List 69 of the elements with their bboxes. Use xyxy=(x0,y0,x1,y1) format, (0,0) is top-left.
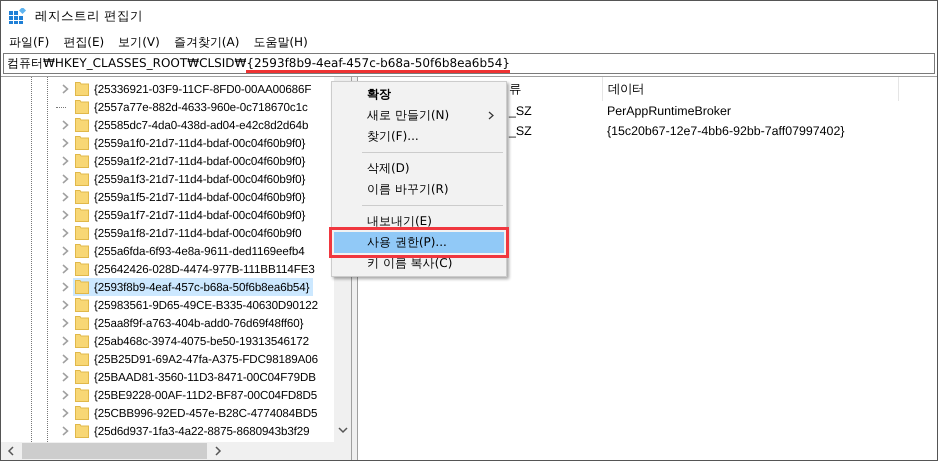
folder-icon xyxy=(75,118,89,132)
context-menu-item[interactable]: 확장 xyxy=(334,84,504,105)
window-title: 레지스트리 편집기 xyxy=(35,8,143,24)
folder-icon xyxy=(75,352,89,366)
tree-item[interactable]: {25983561-9D65-49CE-B335-40630D90122 xyxy=(73,296,322,314)
menu-item[interactable]: 도움말(H) xyxy=(251,34,314,50)
tree-item[interactable]: {2559a1f7-21d7-11d4-bdaf-00c04f60b9f0} xyxy=(73,206,310,224)
folder-icon xyxy=(75,208,89,222)
tree-item[interactable]: {25642426-028D-4474-977B-111BB114FE3 xyxy=(73,260,319,278)
tree-item[interactable]: {25ab468c-3974-4075-be50-19313546172 xyxy=(73,332,313,350)
menu-item[interactable]: 편집(E) xyxy=(61,34,110,50)
context-menu-item[interactable]: 새로 만들기(N) xyxy=(334,105,504,126)
folder-icon xyxy=(75,190,89,204)
folder-icon xyxy=(75,226,89,240)
horizontal-scrollbar[interactable] xyxy=(1,442,351,460)
folder-icon xyxy=(75,244,89,258)
tree-item[interactable]: {2559a1f8-21d7-11d4-bdaf-00c04f60b9f0 xyxy=(73,224,306,242)
context-menu-item[interactable]: 찾기(F)... xyxy=(334,126,504,147)
address-field[interactable]: 컴퓨터₩HKEY_CLASSES_ROOT₩CLSID₩{2593f8b9-4eaf-457c-b68a-50f6b8ea6b54} xyxy=(3,53,935,74)
table-cell-text: _SZ xyxy=(509,104,533,118)
folder-icon xyxy=(75,82,89,96)
menu-item[interactable]: 파일(F) xyxy=(7,34,56,50)
table-cell-text: {15c20b67-12e7-4bb6-92bb-7aff07997402} xyxy=(606,124,846,138)
tree-item[interactable]: {2559a1f2-21d7-11d4-bdaf-00c04f60b9f0} xyxy=(73,152,310,170)
chevron-right-icon[interactable] xyxy=(215,446,222,456)
context-menu-item[interactable]: 이름 바꾸기(R) xyxy=(334,179,504,200)
context-menu-item[interactable]: 키 이름 복사(C) xyxy=(334,253,504,274)
folder-icon xyxy=(75,100,89,114)
folder-icon xyxy=(75,280,89,294)
tree-item[interactable]: {255a6fda-6f93-4e8a-9611-ded1169eefb4 xyxy=(73,242,309,260)
tree-item[interactable]: {25336921-03F9-11CF-8FD0-00AA00686F xyxy=(73,80,316,98)
registry-app-icon xyxy=(9,8,27,24)
folder-icon xyxy=(75,334,89,348)
folder-icon xyxy=(75,406,89,420)
table-cell-text: _SZ xyxy=(509,124,533,138)
folder-icon xyxy=(75,136,89,150)
chevron-down-icon[interactable] xyxy=(338,427,348,434)
context-menu-item[interactable]: 내보내기(E) xyxy=(334,211,504,232)
column-header[interactable]: 류 xyxy=(509,80,602,98)
tree-item[interactable]: {25585dc7-4da0-438d-ad04-e42c8d2d64b xyxy=(73,116,312,134)
folder-icon xyxy=(75,424,89,438)
folder-icon xyxy=(75,298,89,312)
tree-item[interactable]: {2559a1f3-21d7-11d4-bdaf-00c04f60b9f0} xyxy=(73,170,310,188)
chevron-left-icon[interactable] xyxy=(7,446,14,456)
folder-icon xyxy=(75,154,89,168)
tree-item[interactable]: {2557a77e-882d-4633-960e-0c718670c1c xyxy=(73,98,312,116)
column-header[interactable]: 데이터 xyxy=(602,77,899,101)
tree-item[interactable]: {25d6d937-1fa3-4a22-8875-8680943b3f29 xyxy=(73,422,314,440)
tree-item[interactable]: {2559a1f0-21d7-11d4-bdaf-00c04f60b9f0} xyxy=(73,134,310,152)
tree-item[interactable]: {25CBB996-92ED-457e-B28C-4774084BD5 xyxy=(73,404,322,422)
folder-icon xyxy=(75,370,89,384)
context-menu-item[interactable]: 사용 권한(P)... xyxy=(334,232,504,253)
menu-item[interactable]: 즐겨찾기(A) xyxy=(172,34,246,50)
folder-icon xyxy=(75,388,89,402)
chevron-right-icon xyxy=(488,111,494,120)
table-cell-text: PerAppRuntimeBroker xyxy=(606,104,732,118)
scrollbar-thumb[interactable] xyxy=(22,443,207,459)
tree-item[interactable]: {25BE9228-00AF-11D2-BF87-00C04FD8D5 xyxy=(73,386,322,404)
tree-item[interactable]: {25BAAD81-3560-11D3-8471-00C04F79DB xyxy=(73,368,320,386)
tree-item[interactable]: {25aa8f9f-a763-404b-add0-76d69f48ff60} xyxy=(73,314,308,332)
menu-item[interactable]: 보기(V) xyxy=(116,34,166,50)
context-menu-item[interactable]: 삭제(D) xyxy=(334,158,504,179)
folder-icon xyxy=(75,262,89,276)
folder-icon xyxy=(75,172,89,186)
tree-item[interactable]: {2593f8b9-4eaf-457c-b68a-50f6b8ea6b54} xyxy=(73,278,314,296)
chevron-icon[interactable] xyxy=(62,84,68,94)
folder-icon xyxy=(75,316,89,330)
tree-item[interactable]: {25B25D91-69A2-47fa-A375-FDC98189A06 xyxy=(73,350,322,368)
tree-item[interactable]: {2559a1f5-21d7-11d4-bdaf-00c04f60b9f0} xyxy=(73,188,310,206)
